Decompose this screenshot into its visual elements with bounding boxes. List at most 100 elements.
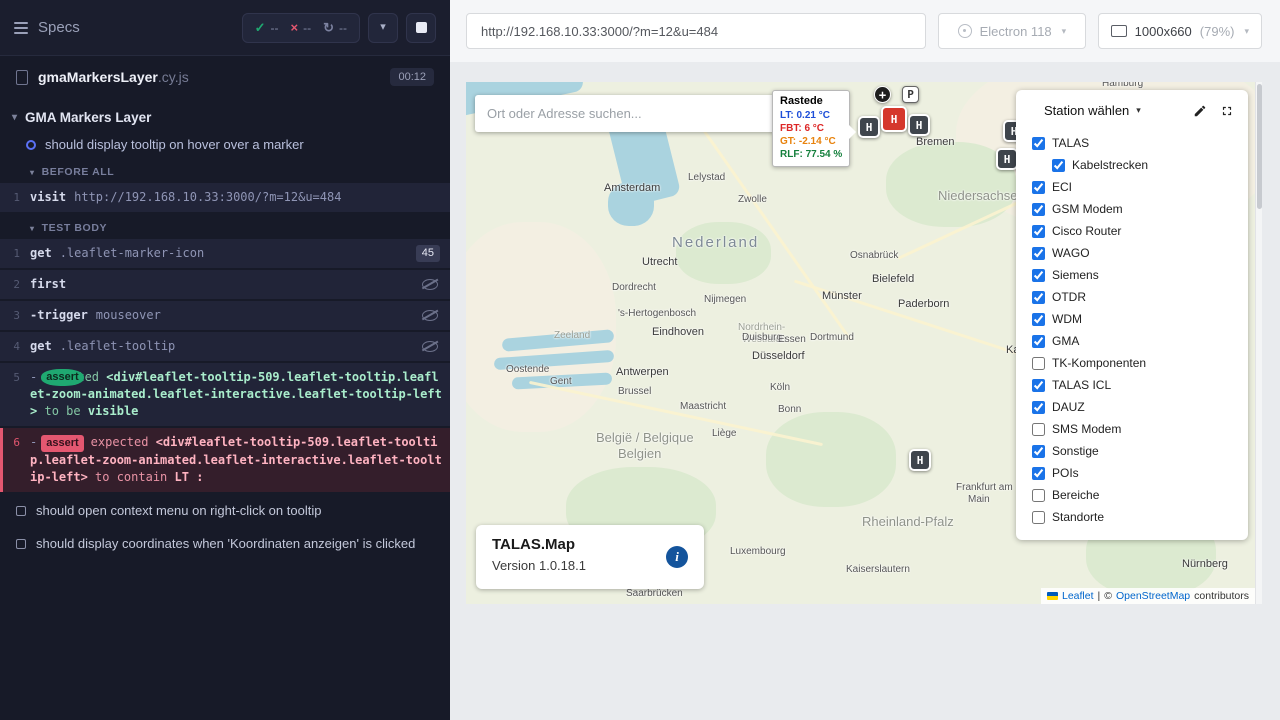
- station-checkbox-row[interactable]: OTDR: [1016, 286, 1248, 308]
- command-get-tooltip[interactable]: 4 get.leaflet-tooltip: [0, 332, 450, 361]
- station-checkbox[interactable]: [1032, 357, 1045, 370]
- station-checkbox-row[interactable]: TALAS ICL: [1016, 374, 1248, 396]
- station-checkbox[interactable]: [1052, 159, 1065, 172]
- command-args: mouseover: [96, 308, 161, 322]
- pending-test-coordinates[interactable]: should display coordinates when 'Koordin…: [0, 527, 450, 560]
- suite-title[interactable]: ▾ GMA Markers Layer: [0, 104, 450, 131]
- expand-icon[interactable]: [1220, 104, 1234, 118]
- map-scrollbar[interactable]: [1255, 82, 1262, 604]
- app-version: Version 1.0.18.1: [492, 558, 688, 573]
- spec-header[interactable]: gmaMarkersLayer.cy.js 00:12: [0, 56, 450, 96]
- station-marker[interactable]: H: [909, 449, 931, 471]
- active-test-title[interactable]: should display tooltip on hover over a m…: [0, 131, 450, 158]
- station-checkbox[interactable]: [1032, 247, 1045, 260]
- station-checkbox-row[interactable]: WDM: [1016, 308, 1248, 330]
- assert-pill: assert: [41, 435, 83, 452]
- map-label: Essen: [778, 334, 806, 345]
- map-greenery: [676, 222, 771, 284]
- station-label: SMS Modem: [1052, 422, 1121, 436]
- station-checkbox-row[interactable]: SMS Modem: [1016, 418, 1248, 440]
- station-checkbox[interactable]: [1032, 489, 1045, 502]
- map-label: Belgien: [618, 446, 661, 461]
- station-select[interactable]: Station wählen ▾: [1044, 103, 1141, 118]
- screen: Specs ✓-- ×-- ↻-- ▾ gmaMarkersLayer.cy.j…: [0, 0, 1280, 720]
- station-checkbox-row[interactable]: GMA: [1016, 330, 1248, 352]
- station-checkbox[interactable]: [1032, 203, 1045, 216]
- station-checkbox[interactable]: [1032, 511, 1045, 524]
- station-checkbox-row[interactable]: ECI: [1016, 176, 1248, 198]
- test-body-header[interactable]: ▾ TEST BODY: [0, 214, 450, 239]
- command-assert-failed[interactable]: 6 -assertexpected <div#leaflet-tooltip-5…: [0, 428, 450, 492]
- station-checkbox[interactable]: [1032, 401, 1045, 414]
- station-label: Standorte: [1052, 510, 1104, 524]
- station-checkbox[interactable]: [1032, 313, 1045, 326]
- station-checkbox-row[interactable]: TK-Komponenten: [1016, 352, 1248, 374]
- station-checkbox-row[interactable]: WAGO: [1016, 242, 1248, 264]
- osm-link[interactable]: OpenStreetMap: [1116, 590, 1190, 602]
- tooltip-measurement: GT: -2.14 °C: [780, 135, 842, 148]
- station-marker[interactable]: P: [902, 86, 919, 103]
- station-checkbox-row[interactable]: Siemens: [1016, 264, 1248, 286]
- command-args: .leaflet-marker-icon: [60, 246, 205, 260]
- marker-tooltip: Rastede LT: 0.21 °CFBT: 6 °CGT: -2.14 °C…: [772, 90, 850, 167]
- chevron-down-icon: ▾: [1136, 105, 1141, 116]
- command-first[interactable]: 2 first: [0, 270, 450, 299]
- info-icon[interactable]: i: [666, 546, 688, 568]
- station-checkbox-row[interactable]: DAUZ: [1016, 396, 1248, 418]
- map-search-input[interactable]: [475, 95, 775, 132]
- runner-header: Specs ✓-- ×-- ↻-- ▾: [0, 0, 450, 56]
- station-checkbox-row[interactable]: Sonstige: [1016, 440, 1248, 462]
- chevron-down-icon: ▾: [1244, 26, 1249, 37]
- test-state-icon: [16, 506, 26, 516]
- leaflet-link[interactable]: Leaflet: [1062, 590, 1094, 602]
- station-checkbox-row[interactable]: Bereiche: [1016, 484, 1248, 506]
- edit-pencil-icon[interactable]: [1193, 104, 1207, 118]
- station-marker[interactable]: H: [996, 148, 1018, 170]
- spec-duration: 00:12: [390, 68, 434, 86]
- ukraine-flag-icon: [1047, 592, 1058, 600]
- station-checkbox-row[interactable]: Standorte: [1016, 506, 1248, 528]
- map-label: Duisburg: [742, 332, 782, 343]
- station-checkbox[interactable]: [1032, 225, 1045, 238]
- specs-menu-button[interactable]: Specs: [14, 19, 80, 36]
- scrollbar-thumb[interactable]: [1257, 84, 1262, 209]
- station-marker[interactable]: H: [908, 114, 930, 136]
- url-bar[interactable]: http://192.168.10.33:3000/?m=12&u=484: [466, 13, 926, 49]
- station-checkbox-row[interactable]: Kabelstrecken: [1016, 154, 1248, 176]
- map-label: Nürnberg: [1182, 558, 1228, 570]
- station-checkbox[interactable]: [1032, 379, 1045, 392]
- viewport-select[interactable]: 1000x660 (79%) ▾: [1098, 13, 1262, 49]
- command-method: get: [30, 246, 52, 260]
- station-marker[interactable]: +: [874, 86, 891, 103]
- station-checkbox[interactable]: [1032, 181, 1045, 194]
- station-label: WAGO: [1052, 246, 1090, 260]
- passed-count: --: [271, 21, 279, 35]
- stop-tests-button[interactable]: [406, 13, 436, 43]
- station-label: TALAS ICL: [1052, 378, 1111, 392]
- station-checkbox-row[interactable]: Cisco Router: [1016, 220, 1248, 242]
- station-checkbox[interactable]: [1032, 467, 1045, 480]
- station-checkbox-row[interactable]: TALAS: [1016, 132, 1248, 154]
- station-checkbox[interactable]: [1032, 269, 1045, 282]
- station-checkbox-row[interactable]: GSM Modem: [1016, 198, 1248, 220]
- station-checkbox[interactable]: [1032, 445, 1045, 458]
- station-checkbox[interactable]: [1032, 423, 1045, 436]
- preferences-collapse-button[interactable]: ▾: [368, 13, 398, 43]
- station-checkbox-row[interactable]: POIs: [1016, 462, 1248, 484]
- station-marker[interactable]: H: [858, 116, 880, 138]
- map-label: Oostende: [506, 364, 549, 375]
- station-checkbox[interactable]: [1032, 137, 1045, 150]
- command-visit[interactable]: 1 visithttp://192.168.10.33:3000/?m=12&u…: [0, 183, 450, 212]
- leaflet-map[interactable]: HamburgGroningenLeeuwardenBremenLelystad…: [466, 82, 1262, 604]
- station-marker[interactable]: H: [881, 106, 907, 132]
- map-label: Frankfurt am: [956, 482, 1013, 493]
- before-all-header[interactable]: ▾ BEFORE ALL: [0, 158, 450, 183]
- command-get-markers[interactable]: 1 get.leaflet-marker-icon 45: [0, 239, 450, 268]
- command-assert-passed[interactable]: 5 -assertexpected <div#leaflet-tooltip-5…: [0, 363, 450, 426]
- pending-test-context-menu[interactable]: should open context menu on right-click …: [0, 494, 450, 527]
- station-checkbox[interactable]: [1032, 291, 1045, 304]
- browser-select[interactable]: Electron 118 ▾: [938, 13, 1085, 49]
- command-trigger[interactable]: 3 -triggermouseover: [0, 301, 450, 330]
- station-label: TK-Komponenten: [1052, 356, 1146, 370]
- station-checkbox[interactable]: [1032, 335, 1045, 348]
